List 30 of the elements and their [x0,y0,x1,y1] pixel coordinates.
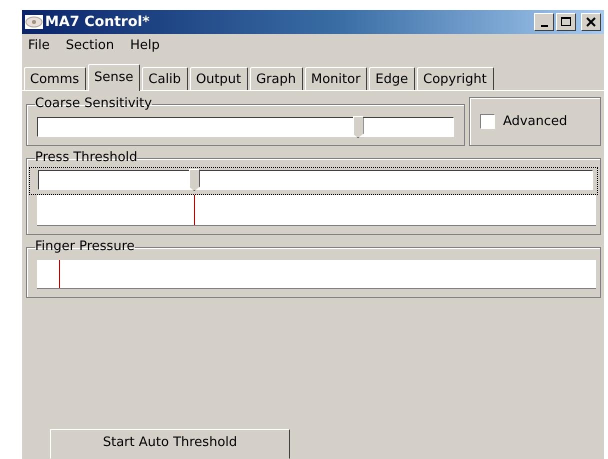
maximize-icon [561,17,571,27]
tab[interactable]: Copyright [417,67,494,90]
app-icon [25,15,43,29]
start-button[interactable]: Start Auto Threshold [50,429,290,459]
close-button[interactable] [581,13,601,31]
minimize-icon [540,24,548,26]
tab[interactable]: Output [190,67,248,90]
checkbox[interactable] [480,114,495,129]
slider-thumb[interactable] [188,169,200,191]
maximize-button[interactable] [556,13,576,31]
menu-item[interactable]: File [27,38,51,53]
window-title: MA7 Control* [45,14,151,30]
tab[interactable]: Sense [88,64,140,91]
checkbox-label: Advanced [503,114,568,129]
slider-thumb[interactable] [352,116,364,138]
slider-track[interactable] [38,170,593,190]
tab[interactable]: Monitor [305,67,368,90]
tab[interactable]: Comms [24,67,86,90]
group-label: Press Threshold [35,151,138,165]
slider-track[interactable] [37,117,454,137]
menu-item[interactable]: Help [129,38,161,53]
group-label: Coarse Sensitivity [35,97,152,111]
close-icon [586,17,596,27]
tab[interactable]: Calib [142,67,188,90]
group-label: Finger Pressure [35,240,135,254]
tab[interactable]: Edge [369,67,416,90]
advanced-checkbox[interactable]: Advanced [480,114,568,129]
menu-item[interactable]: Section [64,38,116,53]
tab[interactable]: Graph [250,67,303,90]
minimize-button[interactable] [534,13,554,31]
